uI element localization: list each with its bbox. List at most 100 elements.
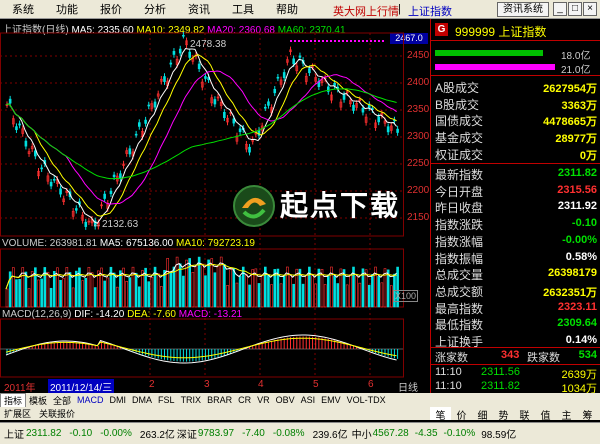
candle-body [112, 174, 116, 178]
candle-body [109, 190, 113, 195]
stock-code-name: 999999 上证指数 [455, 25, 547, 39]
tab-vol-tdx[interactable]: VOL-TDX [344, 395, 389, 405]
sz-value: 9783.97 [197, 428, 235, 439]
tab-related-quote[interactable]: 关联报价 [35, 407, 79, 420]
volume-bar [245, 274, 248, 308]
volume-bar [112, 272, 116, 308]
tick-row: 11:10 2311.56 2639万 [431, 366, 600, 381]
menu-info[interactable]: 资讯 [188, 1, 210, 17]
quote-row-value: 4478665万 [543, 116, 597, 129]
volume-bar [134, 272, 138, 308]
volume-bar [52, 271, 56, 308]
quote-row: 指数涨跌 -0.10 [431, 215, 600, 233]
right-tab-3[interactable]: 势 [493, 407, 514, 422]
menu-tools[interactable]: 工具 [232, 1, 254, 17]
volume-bar [103, 280, 106, 308]
tab-fsl[interactable]: FSL [155, 395, 178, 405]
candle-body [298, 55, 302, 58]
tab-指标[interactable]: 指标 [0, 392, 27, 408]
tab-vr[interactable]: VR [254, 395, 273, 405]
right-tab-1[interactable]: 价 [451, 407, 472, 422]
right-tab-7[interactable]: 筹 [577, 407, 598, 422]
volume-bar [37, 279, 40, 308]
tab-dmi[interactable]: DMI [107, 395, 130, 405]
right-tab-6[interactable]: 主 [556, 407, 577, 422]
candle-body [308, 68, 311, 74]
volume-bar [12, 267, 15, 308]
quote-row-label: 最高指数 [435, 301, 484, 316]
volume-bar [62, 278, 66, 308]
volume-bar [71, 287, 75, 308]
quote-row: 最高指数 2323.11 [431, 299, 600, 316]
period-label[interactable]: 日线 [398, 379, 418, 394]
volume-bar [371, 274, 374, 308]
volume-bar [304, 274, 308, 308]
tab-macd[interactable]: MACD [74, 395, 107, 405]
volume-bar [191, 272, 195, 308]
menu-system[interactable]: 系统 [12, 1, 34, 17]
right-tab-0[interactable]: 笔 [430, 407, 451, 422]
right-tab-5[interactable]: 值 [535, 407, 556, 422]
volume-bar [238, 275, 242, 308]
candle-body [84, 221, 88, 227]
quote-row-value: 0.14% [565, 334, 597, 346]
volume-bar [8, 271, 12, 308]
tab-asi[interactable]: ASI [298, 395, 319, 405]
candle-body [188, 51, 191, 58]
marquee-index[interactable]: 上证指数 [408, 3, 452, 19]
volume-bar [301, 283, 305, 308]
candle-body [361, 107, 365, 113]
volume-bar [30, 271, 34, 308]
price-axis-label: 2450 [407, 50, 430, 61]
tab-trix[interactable]: TRIX [178, 395, 205, 405]
quote-row-label: 指数涨跌 [435, 218, 484, 233]
volume-bar [204, 275, 207, 308]
indicator-tabs: 指标 模板 全部 MACD DMI DMA FSL TRIX BRAR CR VR OBV ASI EMV… [0, 392, 600, 408]
menu-analysis[interactable]: 分析 [144, 1, 166, 17]
volume-bar [138, 286, 141, 308]
tab-extension[interactable]: 扩展区 [0, 407, 35, 420]
quote-row-label: 权证成交 [435, 147, 484, 162]
kline-chart-area[interactable]: 上证指数(日线) MA5: 2335.60 MA10: 2349.82 MA20… [0, 19, 430, 393]
tab-emv[interactable]: EMV [318, 395, 344, 405]
volume-bar [367, 284, 371, 308]
menu-quote[interactable]: 报价 [100, 1, 122, 17]
sz-label: 深证 [176, 430, 197, 441]
minimize-icon[interactable]: _ [553, 2, 567, 16]
quote-row: 总成交量 26398179 [431, 265, 600, 282]
menu-function[interactable]: 功能 [56, 1, 78, 17]
info-system-button[interactable]: 资讯系统 [497, 2, 549, 17]
menu-help[interactable]: 帮助 [276, 1, 298, 17]
quote-row: 最新指数 2311.82 [431, 165, 600, 182]
volume-bar [326, 274, 330, 308]
quote-row: 昨日收盘 2311.92 [431, 198, 600, 215]
candle-body [352, 104, 355, 111]
candle-body [147, 104, 151, 107]
volume-bar [210, 258, 214, 308]
tab-dma[interactable]: DMA [129, 395, 155, 405]
tab-brar[interactable]: BRAR [204, 395, 235, 405]
tab-全部[interactable]: 全部 [50, 394, 74, 407]
rise-label: 涨家数 [435, 352, 468, 364]
selected-date: 2011/12/14/三 [48, 379, 115, 394]
quote-row-label: 最新指数 [435, 168, 484, 182]
quote-row: 基金成交 28977万 [431, 128, 600, 145]
right-tab-4[interactable]: 联 [514, 407, 535, 422]
tab-obv[interactable]: OBV [273, 395, 298, 405]
volume-bar [75, 270, 78, 308]
right-tab-2[interactable]: 细 [472, 407, 493, 422]
volume-bar [160, 286, 163, 308]
quote-row: 国债成交 4478665万 [431, 111, 600, 129]
tab-cr[interactable]: CR [235, 395, 254, 405]
candle-body [276, 76, 280, 79]
quote-row: B股成交 3363万 [431, 95, 600, 112]
maximize-icon[interactable]: □ [568, 2, 582, 16]
candle-body [128, 148, 132, 155]
candle-body [333, 82, 336, 86]
candle-body [163, 76, 166, 82]
candle-body [342, 94, 346, 100]
close-icon[interactable]: × [583, 2, 597, 16]
right-panel-tabs: 笔价细势联值主筹 [430, 407, 600, 422]
tab-模板[interactable]: 模板 [26, 394, 50, 407]
candle-body [178, 48, 182, 54]
